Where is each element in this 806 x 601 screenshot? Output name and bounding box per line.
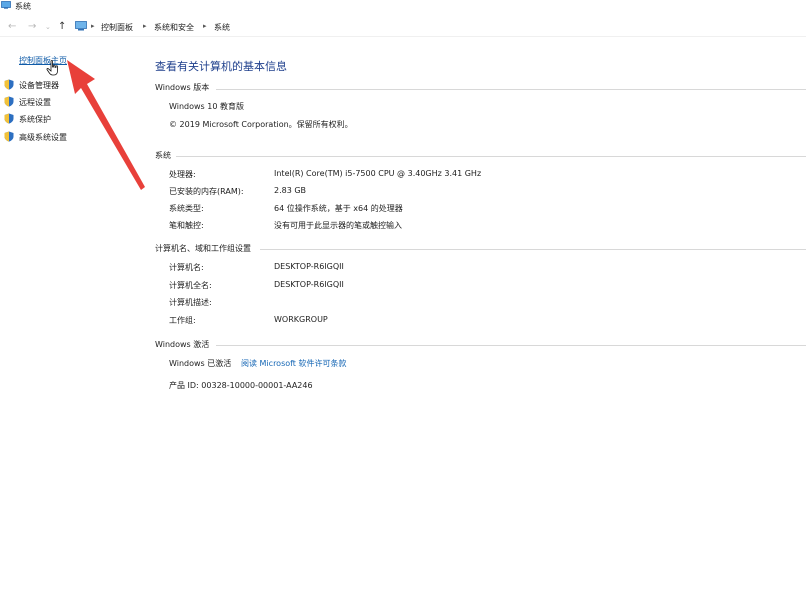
hand-cursor-icon (46, 60, 58, 76)
annotation-arrow-icon (67, 60, 145, 190)
